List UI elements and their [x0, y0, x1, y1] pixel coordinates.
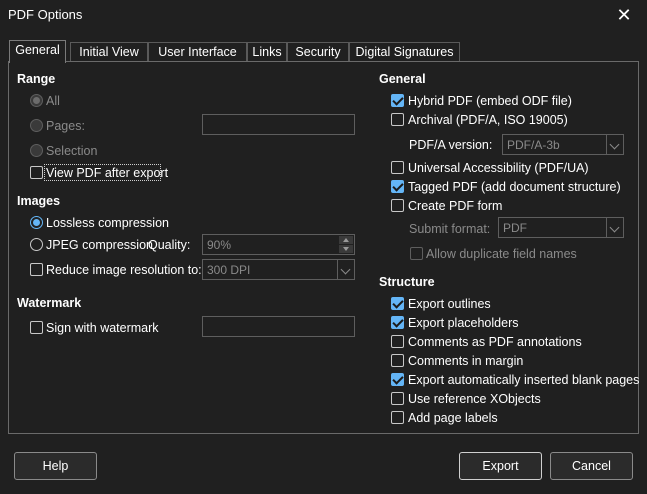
cancel-button[interactable]: Cancel — [550, 452, 633, 480]
pages-input[interactable] — [202, 114, 355, 135]
chevron-down-icon — [337, 260, 354, 279]
submit-format-label: Submit format: — [409, 222, 491, 236]
comments-annotations-checkbox[interactable] — [391, 335, 404, 348]
blank-pages-label: Export automatically inserted blank page… — [408, 373, 640, 387]
title-bar: PDF Options ✕ — [0, 0, 647, 30]
export-outlines-checkbox[interactable] — [391, 297, 404, 310]
allow-duplicates-label: Allow duplicate field names — [426, 247, 577, 261]
universal-accessibility-label: Universal Accessibility (PDF/UA) — [408, 161, 589, 175]
tab-links[interactable]: Links — [247, 42, 287, 62]
range-all-label: All — [46, 94, 60, 108]
xobjects-label: Use reference XObjects — [408, 392, 541, 406]
archival-label: Archival (PDF/A, ISO 19005) — [408, 113, 568, 127]
jpeg-radio[interactable] — [30, 238, 43, 251]
sign-watermark-label: Sign with watermark — [46, 321, 159, 335]
hybrid-pdf-checkbox[interactable] — [391, 94, 404, 107]
allow-duplicates-checkbox[interactable] — [410, 247, 423, 260]
tagged-pdf-label: Tagged PDF (add document structure) — [408, 180, 621, 194]
range-selection-label: Selection — [46, 144, 98, 158]
spin-down-icon[interactable] — [339, 245, 353, 253]
reduce-resolution-label: Reduce image resolution to: — [46, 263, 202, 277]
tagged-pdf-checkbox[interactable] — [391, 180, 404, 193]
submit-format-value: PDF — [503, 221, 527, 235]
chevron-down-icon — [606, 218, 623, 237]
window-title: PDF Options — [8, 7, 83, 22]
watermark-heading: Watermark — [17, 296, 82, 310]
tab-initial-view[interactable]: Initial View — [70, 42, 148, 62]
create-form-label: Create PDF form — [408, 199, 503, 213]
tab-security[interactable]: Security — [287, 42, 349, 62]
quality-label: Quality: — [148, 238, 191, 252]
reduce-resolution-checkbox[interactable] — [30, 263, 43, 276]
lossless-radio[interactable] — [30, 216, 43, 229]
jpeg-label: JPEG compression — [46, 238, 153, 252]
pdfa-version-label: PDF/A version: — [409, 138, 493, 152]
help-button[interactable]: Help — [14, 452, 97, 480]
page-labels-label: Add page labels — [408, 411, 498, 425]
quality-spinbox[interactable]: 90% — [202, 234, 355, 255]
tab-user-interface[interactable]: User Interface — [148, 42, 247, 62]
archival-checkbox[interactable] — [391, 113, 404, 126]
hybrid-pdf-label: Hybrid PDF (embed ODF file) — [408, 94, 572, 108]
sign-watermark-checkbox[interactable] — [30, 321, 43, 334]
images-heading: Images — [17, 194, 61, 208]
create-form-checkbox[interactable] — [391, 199, 404, 212]
tab-digital-signatures[interactable]: Digital Signatures — [349, 42, 460, 62]
resolution-value: 300 DPI — [207, 263, 251, 277]
pdfa-version-dropdown[interactable]: PDF/A-3b — [502, 134, 624, 155]
spin-up-icon[interactable] — [339, 236, 353, 244]
view-after-export-checkbox[interactable] — [30, 166, 43, 179]
comments-annotations-label: Comments as PDF annotations — [408, 335, 582, 349]
range-pages-radio[interactable] — [30, 119, 43, 132]
submit-format-dropdown[interactable]: PDF — [498, 217, 624, 238]
export-placeholders-checkbox[interactable] — [391, 316, 404, 329]
export-button[interactable]: Export — [459, 452, 542, 480]
blank-pages-checkbox[interactable] — [391, 373, 404, 386]
close-icon[interactable]: ✕ — [609, 3, 639, 27]
range-all-radio[interactable] — [30, 94, 43, 107]
xobjects-checkbox[interactable] — [391, 392, 404, 405]
comments-margin-checkbox[interactable] — [391, 354, 404, 367]
comments-margin-label: Comments in margin — [408, 354, 524, 368]
range-heading: Range — [17, 72, 56, 86]
chevron-down-icon — [606, 135, 623, 154]
quality-value: 90% — [207, 238, 232, 252]
page-labels-checkbox[interactable] — [391, 411, 404, 424]
resolution-dropdown[interactable]: 300 DPI — [202, 259, 355, 280]
range-selection-radio[interactable] — [30, 144, 43, 157]
universal-accessibility-checkbox[interactable] — [391, 161, 404, 174]
watermark-input[interactable] — [202, 316, 355, 337]
export-outlines-label: Export outlines — [408, 297, 491, 311]
export-placeholders-label: Export placeholders — [408, 316, 519, 330]
structure-heading: Structure — [379, 275, 435, 289]
quality-spin-buttons[interactable] — [339, 236, 353, 253]
range-pages-label: Pages: — [46, 119, 85, 133]
view-after-export-label: View PDF after export — [46, 166, 169, 180]
lossless-label: Lossless compression — [46, 216, 169, 230]
general-heading: General — [379, 72, 426, 86]
tab-general[interactable]: General — [9, 40, 66, 63]
pdfa-version-value: PDF/A-3b — [507, 138, 560, 152]
